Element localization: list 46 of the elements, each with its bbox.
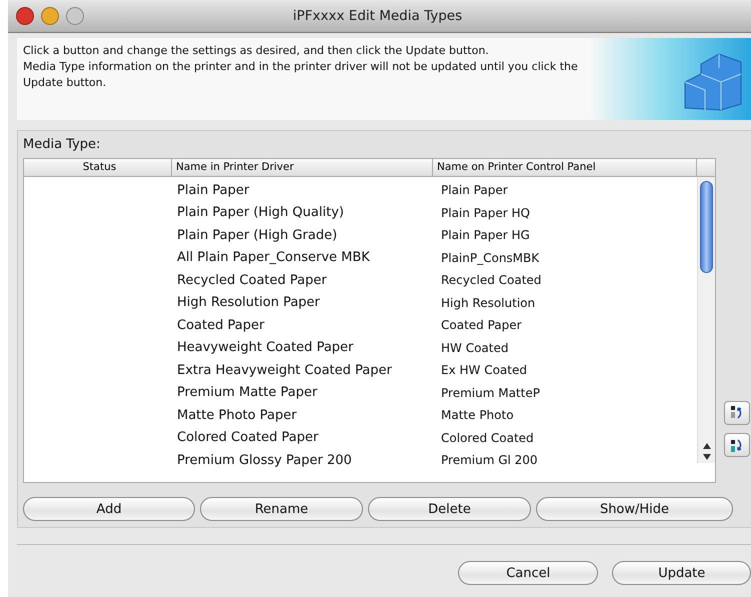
window-title: iPFxxxx Edit Media Types xyxy=(292,8,464,24)
table-cell-text: Coated Paper xyxy=(176,318,266,333)
table-cell-text: Matte Photo Paper xyxy=(176,408,298,423)
table-cell-text: PlainP_ConsMBK xyxy=(440,250,540,265)
table-cell-text: Premium MatteP xyxy=(440,386,541,400)
column-header[interactable]: Status xyxy=(24,159,172,176)
table-cell-text: Plain Paper (High Grade) xyxy=(176,228,338,243)
column-header[interactable]: Name in Printer Driver xyxy=(172,159,433,176)
action-button[interactable]: Rename xyxy=(200,497,363,521)
table-cell-text: Premium Gl 200 xyxy=(440,453,539,468)
table-cell-text: Coated Paper xyxy=(440,318,523,332)
table-cell-text: Recycled Coated xyxy=(440,273,542,288)
scroll-down-arrow-icon[interactable] xyxy=(702,454,710,460)
table-cell-text: Plain Paper xyxy=(176,182,250,198)
scroll-up-arrow-icon[interactable] xyxy=(702,443,710,449)
update-button[interactable]: Update xyxy=(612,561,751,585)
table-cell-text: Premium Glossy Paper 200 xyxy=(176,452,353,468)
table-cell-text: Ex HW Coated xyxy=(440,363,528,378)
table-cell-text: Colored Coated Paper xyxy=(176,430,320,446)
table-cell-text: Recycled Coated Paper xyxy=(176,272,328,288)
table-cell-text: Premium Matte Paper xyxy=(176,385,318,400)
move-up-button[interactable] xyxy=(724,401,750,425)
table-cell-text: Plain Paper xyxy=(440,183,509,198)
media-type-label: Media Type: xyxy=(23,137,102,152)
table-cell-text: Heavyweight Coated Paper xyxy=(176,340,354,356)
scrollbar[interactable] xyxy=(697,177,715,463)
table-cell-text: Extra Heavyweight Coated Paper xyxy=(176,362,393,378)
move-down-button[interactable] xyxy=(724,433,750,457)
table-cell-text: Colored Coated xyxy=(440,430,535,445)
table-cell-text: Plain Paper HG xyxy=(440,228,531,242)
table-cell-text: HW Coated xyxy=(440,340,510,355)
minimize-button[interactable] xyxy=(41,7,59,25)
action-button[interactable]: Delete xyxy=(368,497,531,521)
cancel-button[interactable]: Cancel xyxy=(458,561,598,585)
table-cell-text: Matte Photo xyxy=(440,408,515,422)
table-cell-text: High Resolution Paper xyxy=(176,295,321,310)
scroll-thumb[interactable] xyxy=(700,181,713,273)
info-text: Click a button and change the settings as desired, and then click the Update button. Media Type information on the printer and in the printer driver will not be updated until you click the Update button. xyxy=(22,43,579,91)
close-button[interactable] xyxy=(16,7,34,25)
action-button[interactable]: Add xyxy=(23,497,195,521)
table-cell-text: Plain Paper (High Quality) xyxy=(176,205,345,220)
table-cell-text: All Plain Paper_Conserve MBK xyxy=(176,250,371,266)
action-button[interactable]: Show/Hide xyxy=(536,497,733,521)
table-cell-text: Plain Paper HQ xyxy=(440,206,531,220)
table-cell-text: High Resolution xyxy=(440,296,536,310)
column-header[interactable]: Name on Printer Control Panel xyxy=(433,159,697,176)
